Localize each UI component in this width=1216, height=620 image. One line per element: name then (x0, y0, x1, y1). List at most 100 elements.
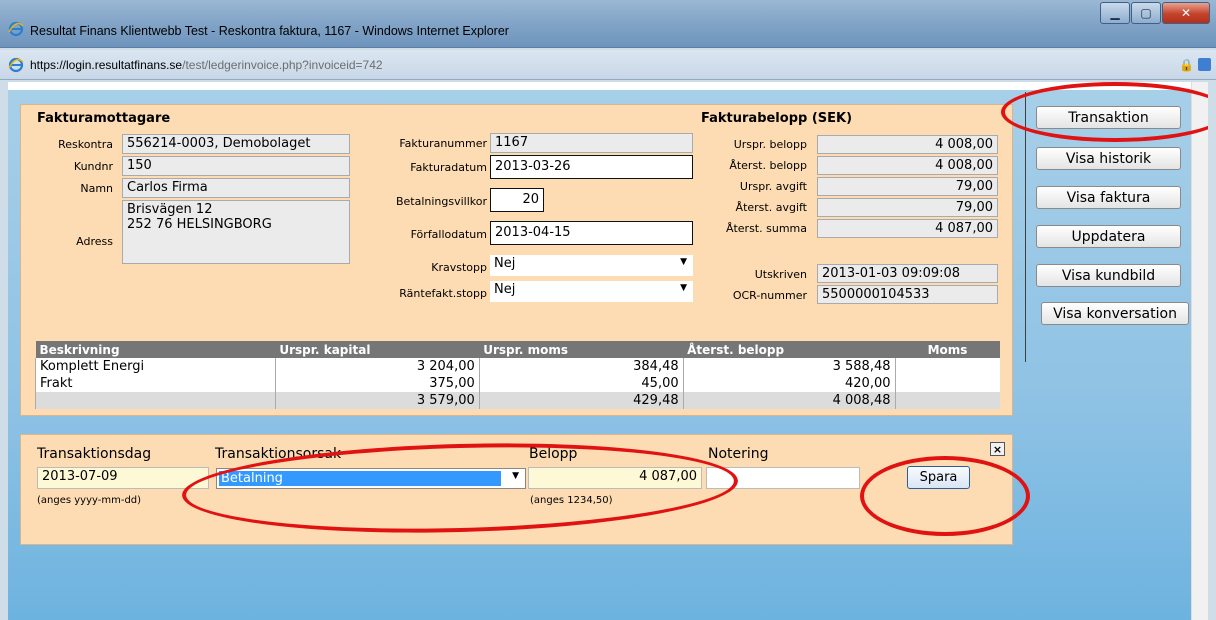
cell-total-urspr-moms: 429,48 (478, 392, 684, 409)
date-format-hint: (anges yyyy-mm-dd) (37, 495, 142, 506)
transaktionsorsak-label: Transaktionsorsak (215, 446, 342, 462)
visa-konversation-button[interactable]: Visa konversation (1041, 302, 1189, 325)
table-row: Komplett Energi 3 204,00 384,48 3 588,48 (35, 358, 1000, 375)
close-icon: ✕ (1180, 6, 1192, 20)
utskriven-field: 2013-01-03 09:09:08 (817, 264, 998, 283)
url-text[interactable]: https://login.resultatfinans.se/test/led… (30, 58, 383, 72)
urspr-belopp-label: Urspr. belopp (733, 138, 807, 151)
close-window-button[interactable]: ✕ (1162, 2, 1210, 24)
belopp-input[interactable]: 4 087,00 (528, 467, 702, 489)
col-header-moms: Moms (895, 341, 1000, 358)
visa-faktura-button[interactable]: Visa faktura (1036, 186, 1181, 209)
ocr-label: OCR-nummer (732, 289, 807, 302)
maximize-icon: ▢ (1140, 6, 1152, 20)
notering-label: Notering (708, 446, 769, 462)
rantefakt-select[interactable]: Nej ▼ (490, 281, 693, 302)
transaktion-button[interactable]: Transaktion (1036, 106, 1181, 129)
cell-aterst-belopp: 3 588,48 (682, 358, 895, 375)
transaktionsdag-label: Transaktionsdag (37, 446, 152, 462)
window-titlebar: Resultat Finans Klientwebb Test - Reskon… (0, 0, 1216, 48)
amounts-heading: Fakturabelopp (SEK) (701, 111, 853, 126)
uppdatera-button[interactable]: Uppdatera (1036, 225, 1181, 248)
invoice-lines-table: Beskrivning Urspr. kapital Urspr. moms Å… (35, 341, 1000, 409)
table-total-row: 3 579,00 429,48 4 008,48 (35, 392, 1000, 409)
cell-total-aterst-belopp: 4 008,48 (682, 392, 895, 409)
cell-urspr-moms: 45,00 (478, 375, 684, 392)
betalningsvillkor-input[interactable]: 20 (490, 188, 544, 212)
col-header-aterst-belopp: Återst. belopp (683, 341, 895, 358)
aterst-summa-label: Återst. summa (725, 222, 807, 235)
lock-icon[interactable]: 🔒 (1179, 58, 1194, 72)
adress-label: Adress (76, 235, 113, 248)
url-domain: resultatfinans.se (94, 58, 183, 72)
aterst-summa-field: 4 087,00 (817, 219, 998, 238)
kravstopp-label: Kravstopp (431, 261, 487, 274)
window-controls: ▁ ▢ ✕ (1099, 2, 1210, 24)
notering-input[interactable] (706, 467, 860, 489)
forfallodatum-input[interactable]: 2013-04-15 (490, 221, 693, 245)
address-bar[interactable]: https://login.resultatfinans.se/test/led… (0, 50, 1216, 80)
col-header-urspr-kapital: Urspr. kapital (275, 341, 480, 358)
dropdown-arrow-icon: ▼ (680, 257, 687, 267)
url-prefix: https://login. (30, 58, 95, 72)
ie-logo-icon (8, 21, 24, 37)
adress-field: Brisvägen 12 252 76 HELSINGBORG (122, 200, 350, 264)
close-icon: × (992, 442, 1003, 456)
close-transaction-button[interactable]: × (990, 442, 1005, 456)
fakturanummer-label: Fakturanummer (399, 137, 487, 150)
compatibility-icon[interactable] (1198, 58, 1211, 71)
aterst-belopp-label: Återst. belopp (729, 159, 807, 172)
maximize-button[interactable]: ▢ (1131, 2, 1161, 24)
col-header-urspr-moms: Urspr. moms (479, 341, 684, 358)
namn-label: Namn (80, 182, 113, 195)
betalningsvillkor-label: Betalningsvillkor (395, 195, 487, 208)
fakturadatum-label: Fakturadatum (410, 161, 487, 174)
urspr-avgift-field: 79,00 (817, 177, 998, 196)
adress-line-1: Brisvägen 12 (127, 202, 213, 217)
kundnr-field: 150 (122, 156, 350, 176)
adress-line-2: 252 76 HELSINGBORG (127, 217, 272, 232)
table-header-row: Beskrivning Urspr. kapital Urspr. moms Å… (35, 341, 1000, 358)
namn-field: Carlos Firma (122, 178, 350, 198)
kravstopp-value: Nej (494, 256, 516, 271)
cell-total-label (35, 392, 276, 409)
fakturadatum-input[interactable]: 2013-03-26 (490, 155, 693, 179)
page-viewport: Fakturamottagare Reskontra 556214-0003, … (8, 82, 1208, 620)
minimize-icon: ▁ (1110, 6, 1120, 20)
col-header-beskrivning: Beskrivning (35, 341, 276, 358)
ie-page-icon (8, 57, 24, 73)
aterst-avgift-label: Återst. avgift (735, 201, 807, 214)
url-path: /test/ledgerinvoice.php?invoiceid=742 (182, 58, 383, 72)
cell-beskrivning: Frakt (35, 375, 276, 392)
rantefakt-value: Nej (494, 282, 516, 297)
visa-kundbild-button[interactable]: Visa kundbild (1036, 264, 1181, 287)
belopp-label: Belopp (529, 446, 578, 462)
fakturanummer-field: 1167 (490, 133, 693, 153)
window-title: Resultat Finans Klientwebb Test - Reskon… (30, 24, 509, 38)
transaktionsdag-input[interactable]: 2013-07-09 (37, 467, 209, 489)
forfallodatum-label: Förfallodatum (410, 228, 487, 241)
transaktionsorsak-select[interactable]: Betalning ▼ (216, 468, 526, 489)
cell-beskrivning: Komplett Energi (35, 358, 276, 375)
cell-urspr-kapital: 3 204,00 (274, 358, 480, 375)
cell-aterst-belopp: 420,00 (682, 375, 895, 392)
dropdown-arrow-icon: ▼ (512, 471, 519, 481)
cell-moms (894, 358, 1000, 375)
ocr-field: 5500000104533 (817, 285, 998, 304)
invoice-panel: Fakturamottagare Reskontra 556214-0003, … (20, 104, 1013, 416)
transaction-panel: Transaktionsdag 2013-07-09 (anges yyyy-m… (20, 434, 1013, 545)
reskontra-label: Reskontra (58, 138, 113, 151)
aterst-belopp-field: 4 008,00 (817, 156, 998, 175)
aterst-avgift-field: 79,00 (817, 198, 998, 217)
amount-format-hint: (anges 1234,50) (530, 495, 613, 506)
recipient-heading: Fakturamottagare (37, 111, 171, 126)
transaktionsorsak-value: Betalning (219, 471, 501, 486)
vertical-scrollbar[interactable] (1191, 82, 1208, 620)
table-row: Frakt 375,00 45,00 420,00 (35, 375, 1000, 392)
visa-historik-button[interactable]: Visa historik (1036, 147, 1181, 170)
kravstopp-select[interactable]: Nej ▼ (490, 255, 693, 276)
side-divider (1025, 92, 1026, 362)
save-button[interactable]: Spara (907, 466, 970, 489)
minimize-button[interactable]: ▁ (1100, 2, 1130, 24)
cell-total-urspr-kapital: 3 579,00 (274, 392, 480, 409)
